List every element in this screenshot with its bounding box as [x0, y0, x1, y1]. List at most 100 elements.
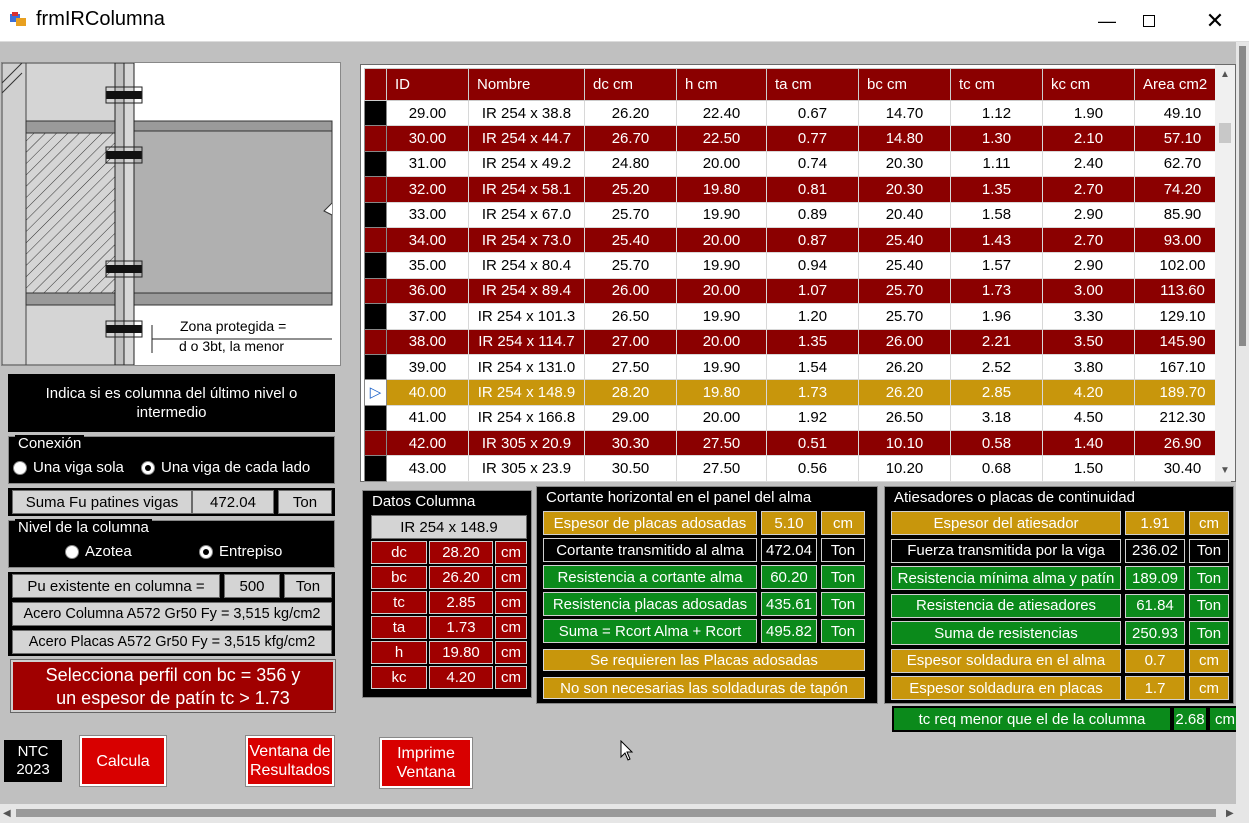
grid-row[interactable]: 37.00 IR 254 x 101.3 26.50 19.90 1.20 25.70 1.… [364, 303, 1231, 330]
grid-cell: 1.96 [950, 303, 1043, 330]
grid-cell: 41.00 [386, 404, 469, 432]
grid-cell: 36.00 [386, 277, 469, 305]
scroll-right-icon[interactable]: ▶ [1226, 808, 1234, 819]
grid-cell: 19.90 [676, 201, 767, 228]
row-header[interactable] [364, 125, 387, 152]
grid-row[interactable]: 32.00 IR 254 x 58.1 25.20 19.80 0.81 20.30 1.3… [364, 176, 1231, 203]
cortante-value[interactable]: 472.04 [761, 538, 817, 562]
grid-row[interactable]: 34.00 IR 254 x 73.0 25.40 20.00 0.87 25.40 1.4… [364, 226, 1231, 254]
datos-value: 4.20 [429, 666, 493, 689]
cortante-label: Suma = Rcort Alma + Rcort [543, 619, 757, 643]
grid-cell: 20.00 [676, 150, 767, 178]
grid-scrollbar[interactable]: ▲ ▼ [1215, 65, 1235, 481]
close-button[interactable]: ✕ [1190, 0, 1240, 42]
grid-column-header[interactable]: ID [386, 68, 469, 101]
grid-row[interactable]: 35.00 IR 254 x 80.4 25.70 19.90 0.94 25.40 1.5… [364, 252, 1231, 279]
grid-row[interactable]: 41.00 IR 254 x 166.8 29.00 20.00 1.92 26.50 3.… [364, 404, 1231, 432]
grid-cell: 0.56 [766, 455, 859, 482]
grid-cell: 19.90 [676, 353, 767, 381]
grid-column-header[interactable]: h cm [676, 68, 767, 101]
cortante-value[interactable]: 495.82 [761, 619, 817, 643]
grid-cell: 1.73 [950, 277, 1043, 305]
radio-entrepiso[interactable]: Entrepiso [199, 543, 282, 560]
row-header[interactable] [364, 277, 387, 305]
grid-column-header[interactable]: tc cm [950, 68, 1043, 101]
grid-cell: 0.81 [766, 176, 859, 203]
grid-cell: 25.70 [858, 303, 951, 330]
row-header[interactable] [364, 226, 387, 254]
grid-row[interactable]: 30.00 IR 254 x 44.7 26.70 22.50 0.77 14.80 1.3… [364, 125, 1231, 152]
window-horizontal-scrollbar[interactable]: ◀ ▶ [0, 804, 1249, 823]
window-vscroll-thumb[interactable] [1239, 46, 1246, 346]
grid-cell: 20.30 [858, 176, 951, 203]
ventana-resultados-button[interactable]: Ventana de Resultados [245, 735, 335, 787]
radio-icon [65, 544, 79, 559]
row-selected-icon[interactable]: ▷ [364, 379, 387, 406]
grid-column-header[interactable]: kc cm [1042, 68, 1135, 101]
imprime-ventana-button[interactable]: Imprime Ventana [379, 737, 473, 789]
scroll-down-icon[interactable]: ▼ [1220, 465, 1230, 476]
grid-cell: 33.00 [386, 201, 469, 228]
acero-placas-row: Acero Placas A572 Gr50 Fy = 3,515 kfg/cm… [8, 628, 335, 656]
grid-row[interactable]: 42.00 IR 305 x 20.9 30.30 27.50 0.51 10.10 0.5… [364, 430, 1231, 457]
grid-row[interactable]: ▷ 40.00 IR 254 x 148.9 28.20 19.80 1.73 26.20 2… [364, 379, 1231, 406]
row-header[interactable] [364, 303, 387, 330]
grid-column-header[interactable]: Nombre [468, 68, 585, 101]
row-header[interactable] [364, 201, 387, 228]
row-header[interactable] [364, 455, 387, 482]
grid-column-header[interactable]: bc cm [858, 68, 951, 101]
window-hscroll-thumb[interactable] [16, 809, 1216, 817]
grid-cell: 3.30 [1042, 303, 1135, 330]
cortante-value[interactable]: 5.10 [761, 511, 817, 535]
row-header[interactable] [364, 404, 387, 432]
grid-column-header[interactable]: ta cm [766, 68, 859, 101]
grid-scroll-thumb[interactable] [1219, 123, 1231, 143]
pu-value[interactable]: 500 [224, 574, 280, 598]
atiesadores-label: Resistencia de atiesadores [891, 593, 1121, 618]
grid-row[interactable]: 33.00 IR 254 x 67.0 25.70 19.90 0.89 20.40 1.5… [364, 201, 1231, 228]
maximize-icon [1143, 15, 1155, 27]
grid-row[interactable]: 29.00 IR 254 x 38.8 26.20 22.40 0.67 14.70 1.1… [364, 99, 1231, 127]
grid-cell: 19.80 [676, 379, 767, 406]
atiesadores-group: Atiesadores o placas de continuidad Espe… [884, 486, 1234, 704]
radio-una-viga-sola[interactable]: Una viga sola [13, 459, 124, 476]
grid-row[interactable]: 38.00 IR 254 x 114.7 27.00 20.00 1.35 26.00 2.… [364, 328, 1231, 355]
grid-cell: IR 254 x 131.0 [468, 353, 585, 381]
cortante-value[interactable]: 435.61 [761, 592, 817, 616]
grid-cell: IR 254 x 114.7 [468, 328, 585, 355]
grid-cell: 25.20 [584, 176, 677, 203]
suma-fu-value[interactable]: 472.04 [192, 490, 274, 514]
grid-cell: 26.20 [584, 99, 677, 127]
row-header[interactable] [364, 252, 387, 279]
grid-row[interactable]: 36.00 IR 254 x 89.4 26.00 20.00 1.07 25.70 1.7… [364, 277, 1231, 305]
minimize-icon: — [1098, 10, 1116, 31]
row-header[interactable] [364, 430, 387, 457]
grid-row[interactable]: 39.00 IR 254 x 131.0 27.50 19.90 1.54 26.20 2.… [364, 353, 1231, 381]
datos-unit: cm [495, 666, 527, 689]
grid-cell: 1.40 [1042, 430, 1135, 457]
grid-cell: 1.50 [1042, 455, 1135, 482]
perfiles-grid[interactable]: ID Nombre dc cm h cm ta cm bc cm tc cm kc cm Are… [360, 64, 1236, 482]
cortante-value[interactable]: 60.20 [761, 565, 817, 589]
radio-azotea[interactable]: Azotea [65, 543, 132, 560]
row-header[interactable] [364, 99, 387, 127]
grid-column-header[interactable]: dc cm [584, 68, 677, 101]
grid-cell: 1.43 [950, 226, 1043, 254]
row-header[interactable] [364, 328, 387, 355]
scroll-left-icon[interactable]: ◀ [3, 808, 11, 819]
row-header[interactable] [364, 176, 387, 203]
grid-row[interactable]: 31.00 IR 254 x 49.2 24.80 20.00 0.74 20.30 1.1… [364, 150, 1231, 178]
window-vertical-scrollbar[interactable] [1236, 42, 1249, 804]
row-header[interactable] [364, 353, 387, 381]
radio-una-viga-cada-lado[interactable]: Una viga de cada lado [141, 459, 310, 476]
maximize-button[interactable] [1124, 0, 1174, 42]
calcula-button[interactable]: Calcula [79, 735, 167, 787]
atiesadores-label: Suma de resistencias [891, 621, 1121, 645]
grid-cell: 0.58 [950, 430, 1043, 457]
row-header[interactable] [364, 150, 387, 178]
grid-row[interactable]: 43.00 IR 305 x 23.9 30.50 27.50 0.56 10.20 0.6… [364, 455, 1231, 482]
scroll-up-icon[interactable]: ▲ [1220, 69, 1230, 80]
datos-label: bc [371, 566, 427, 589]
grid-cell: 2.21 [950, 328, 1043, 355]
datos-value: 1.73 [429, 616, 493, 639]
